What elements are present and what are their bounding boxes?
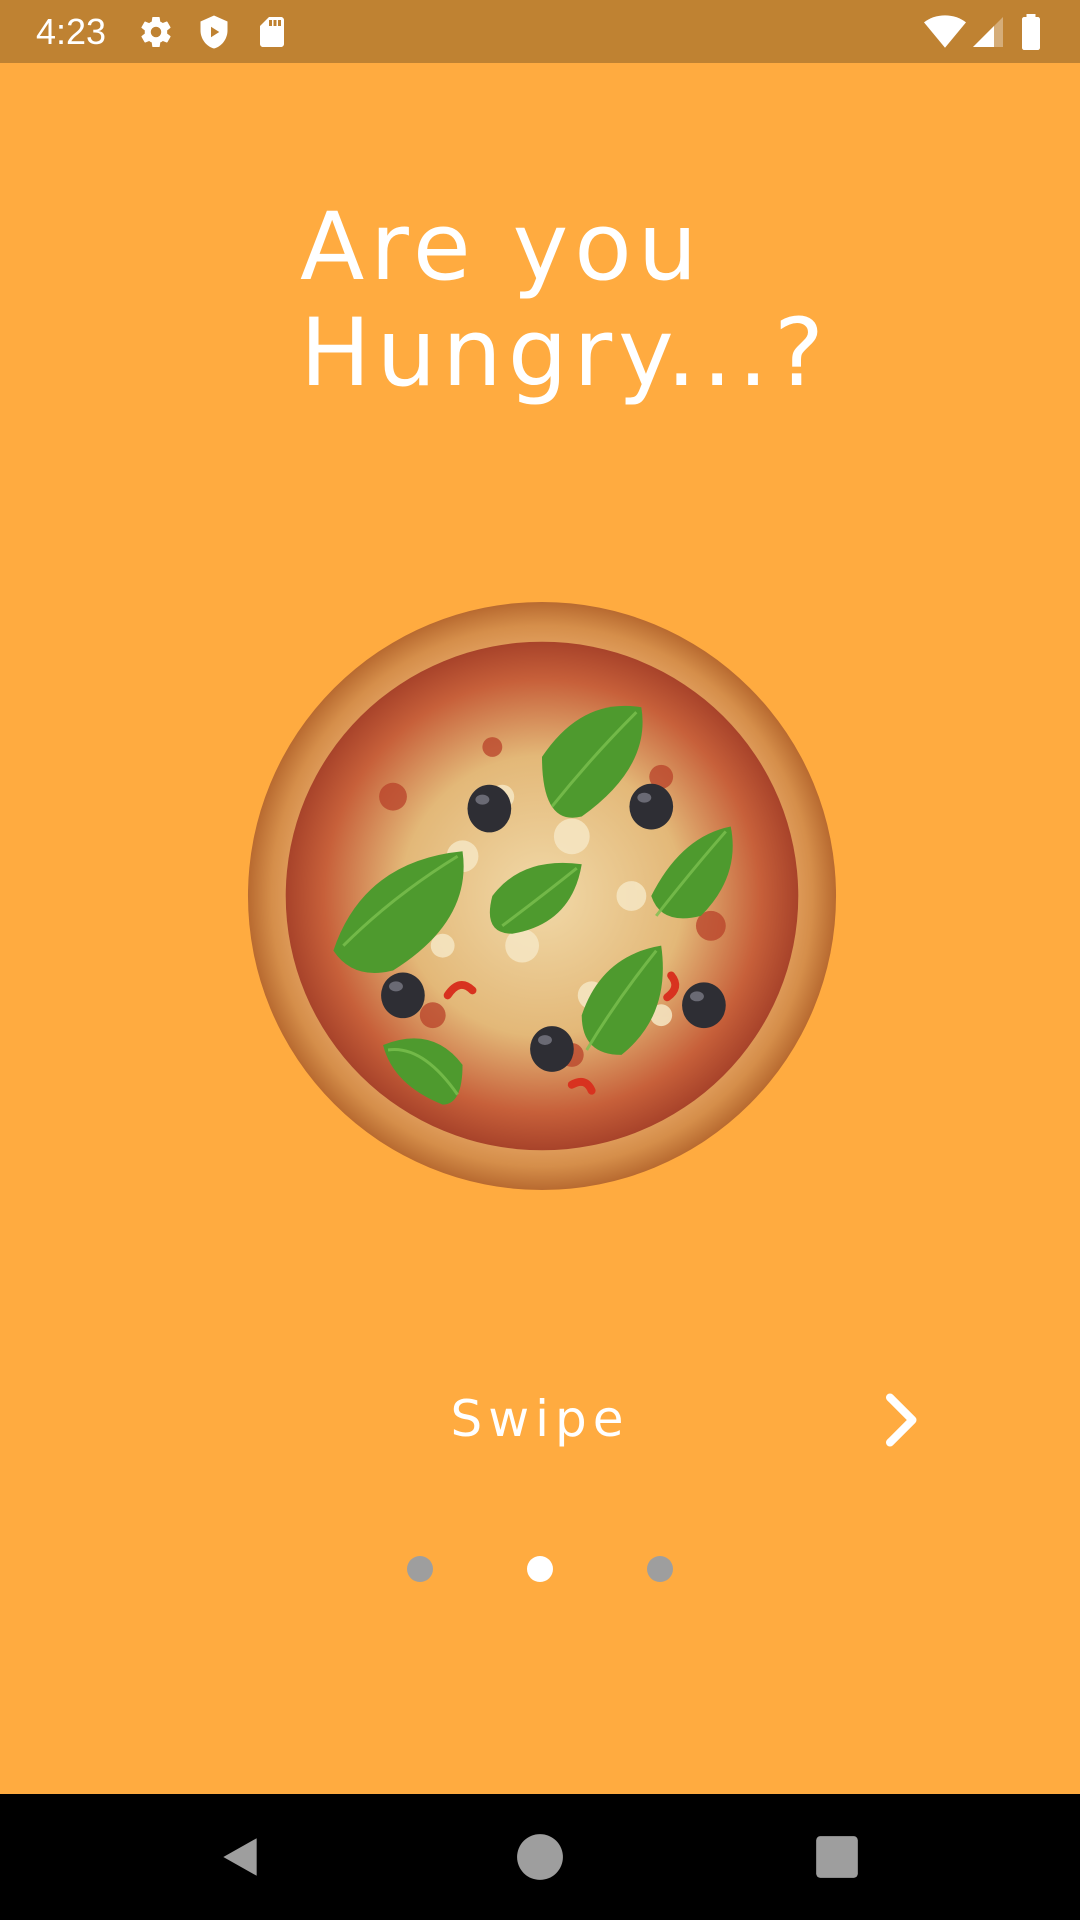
back-icon[interactable] — [215, 1832, 265, 1882]
shield-icon — [196, 14, 232, 50]
title-line-2: Hungry...? — [300, 299, 830, 408]
page-dot-3[interactable] — [647, 1556, 673, 1582]
status-time: 4:23 — [36, 11, 107, 52]
page-dot-2-active[interactable] — [527, 1556, 553, 1582]
chevron-right-icon[interactable] — [870, 1390, 930, 1450]
page-dot-1[interactable] — [407, 1556, 433, 1582]
status-bar: 4:23 — [0, 0, 1080, 63]
navigation-bar — [0, 1794, 1080, 1920]
pizza-image — [244, 598, 840, 1194]
page-title: Are you Hungry...? — [300, 195, 940, 407]
page-indicator — [0, 1556, 1080, 1584]
wifi-icon — [924, 14, 966, 50]
signal-icon — [970, 14, 1006, 50]
home-icon[interactable] — [515, 1832, 565, 1882]
title-line-1: Are you — [300, 193, 704, 302]
settings-icon — [138, 14, 174, 50]
sd-card-icon — [254, 14, 290, 50]
recents-icon[interactable] — [812, 1832, 862, 1882]
battery-icon — [1014, 14, 1048, 50]
